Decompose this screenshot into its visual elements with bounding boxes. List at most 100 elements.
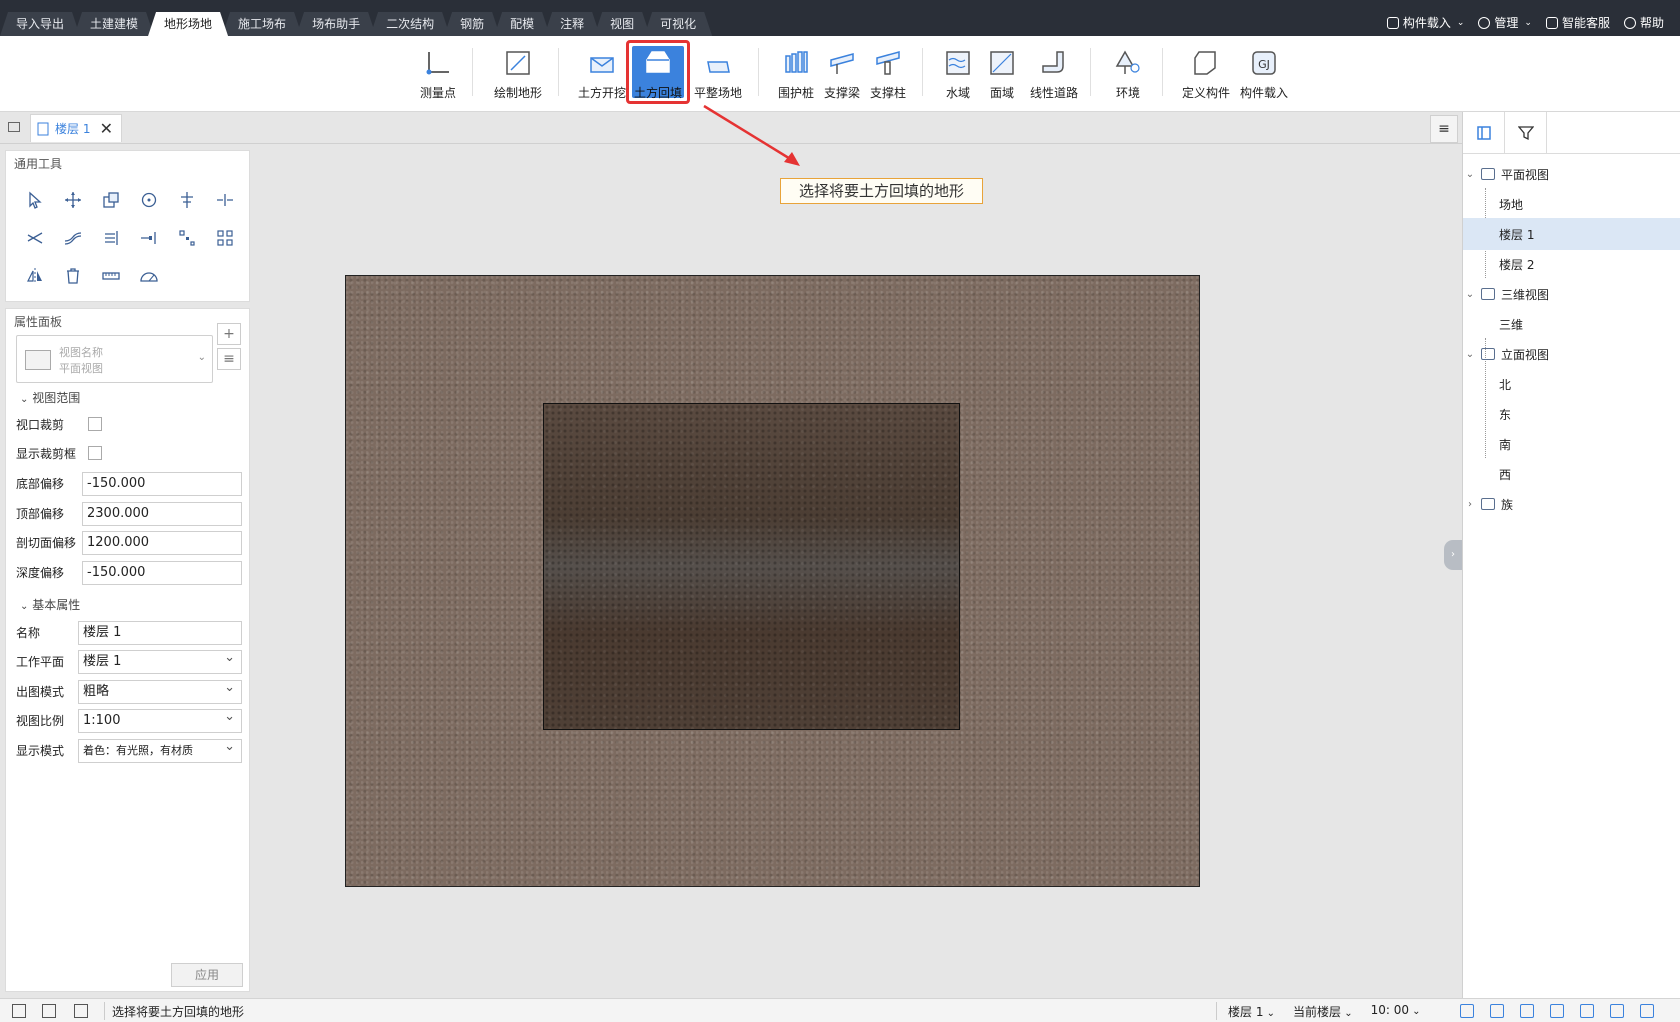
help-button[interactable]: 帮助 bbox=[1623, 14, 1664, 31]
delete-tool[interactable] bbox=[54, 257, 92, 295]
tree-south[interactable]: 南 bbox=[1463, 428, 1680, 460]
tab-filter[interactable] bbox=[1505, 112, 1547, 154]
depth-offset-input[interactable]: -150.000 bbox=[82, 561, 242, 585]
tree-floor-1[interactable]: 楼层 1 bbox=[1463, 218, 1680, 250]
linear-road-button[interactable]: 线性道路 bbox=[1024, 48, 1084, 104]
surface-area-button[interactable]: 面域 bbox=[982, 48, 1022, 104]
select-tool[interactable] bbox=[16, 181, 54, 219]
tab-6[interactable]: 钢筋 bbox=[444, 12, 500, 36]
array-tool[interactable] bbox=[168, 219, 206, 257]
current-floor-dropdown[interactable]: 当前楼层 bbox=[1293, 1003, 1353, 1020]
viewport-crop-checkbox[interactable] bbox=[88, 417, 102, 431]
shadow-icon[interactable] bbox=[1490, 1004, 1504, 1018]
tab-3[interactable]: 施工场布 bbox=[222, 12, 302, 36]
sun-icon[interactable] bbox=[1460, 1004, 1474, 1018]
offset-tool[interactable] bbox=[54, 219, 92, 257]
trash-icon bbox=[67, 268, 79, 284]
tree-elevations[interactable]: ⌄ 立面视图 bbox=[1463, 338, 1680, 370]
tab-9[interactable]: 视图 bbox=[594, 12, 650, 36]
break-tool[interactable] bbox=[130, 219, 168, 257]
support-column-button[interactable]: 支撑柱 bbox=[866, 48, 910, 104]
zoom-icon[interactable] bbox=[1610, 1004, 1624, 1018]
tree-site[interactable]: 场地 bbox=[1463, 188, 1680, 220]
apply-button[interactable]: 应用 bbox=[171, 963, 243, 987]
display-mode-select[interactable]: 着色：有光照，有材质 bbox=[78, 736, 242, 763]
tab-2[interactable]: 地形场地 bbox=[148, 12, 228, 36]
render-icon[interactable] bbox=[1550, 1004, 1564, 1018]
water-area-button[interactable]: 水域 bbox=[938, 48, 978, 104]
select-mode-icon[interactable] bbox=[12, 1004, 26, 1018]
output-mode-select[interactable]: 粗略 bbox=[78, 677, 242, 704]
tree-3d[interactable]: 三维 bbox=[1463, 308, 1680, 340]
tab-browser[interactable] bbox=[1463, 112, 1505, 154]
retaining-pile-button[interactable]: 围护桩 bbox=[774, 48, 818, 104]
copy-tool[interactable] bbox=[92, 181, 130, 219]
excavate-button[interactable]: 土方开挖 bbox=[576, 48, 628, 104]
tab-1[interactable]: 土建建模 bbox=[74, 12, 154, 36]
tab-7[interactable]: 配模 bbox=[494, 12, 550, 36]
section-box-icon[interactable] bbox=[1580, 1004, 1594, 1018]
show-crop-box-checkbox[interactable] bbox=[88, 446, 102, 460]
backfill-button[interactable]: 土方回填 bbox=[632, 48, 684, 104]
view-type-selector[interactable]: 视图名称 平面视图 ⌄ bbox=[16, 335, 213, 383]
group-tool[interactable] bbox=[206, 219, 244, 257]
tab-0[interactable]: 导入导出 bbox=[0, 12, 80, 36]
hamburger-menu-button[interactable]: ≡ bbox=[1430, 115, 1458, 143]
manage-menu[interactable]: 管理 ⌄ bbox=[1478, 14, 1532, 31]
cube-icon[interactable] bbox=[1640, 1004, 1654, 1018]
align-tool[interactable] bbox=[168, 181, 206, 219]
document-icon bbox=[37, 122, 49, 135]
bottom-offset-input[interactable]: -150.000 bbox=[82, 472, 242, 496]
define-component-button[interactable]: 定义构件 bbox=[1178, 48, 1234, 104]
cursor-icon bbox=[29, 191, 42, 209]
tree-west[interactable]: 西 bbox=[1463, 458, 1680, 490]
tab-10[interactable]: 可视化 bbox=[644, 12, 712, 36]
environment-button[interactable]: 环境 bbox=[1108, 48, 1148, 104]
draw-terrain-button[interactable]: 绘制地形 bbox=[490, 48, 546, 104]
tree-3d-views[interactable]: ⌄ 三维视图 bbox=[1463, 278, 1680, 310]
name-input[interactable]: 楼层 1 bbox=[78, 621, 242, 645]
layout-icon[interactable] bbox=[74, 1004, 88, 1018]
tab-8[interactable]: 注释 bbox=[544, 12, 600, 36]
trim-tool[interactable] bbox=[16, 219, 54, 257]
split-tool[interactable] bbox=[206, 181, 244, 219]
move-tool[interactable] bbox=[54, 181, 92, 219]
level-site-button[interactable]: 平整场地 bbox=[690, 48, 746, 104]
support-button[interactable]: 智能客服 bbox=[1545, 14, 1610, 31]
grid-icon[interactable] bbox=[42, 1004, 56, 1018]
tree-plan-views[interactable]: ⌄ 平面视图 bbox=[1463, 158, 1680, 190]
load-component-button[interactable]: GJ 构件载入 bbox=[1236, 48, 1292, 104]
backfill-terrain-region[interactable] bbox=[543, 403, 960, 730]
component-load-menu[interactable]: 构件载入 ⌄ bbox=[1386, 14, 1464, 31]
time-dropdown[interactable]: 10: 00 bbox=[1371, 1003, 1421, 1020]
tab-floor-1[interactable]: 楼层 1 ✕ bbox=[30, 114, 122, 142]
tree-floor-2[interactable]: 楼层 2 bbox=[1463, 248, 1680, 280]
extend-tool[interactable] bbox=[92, 219, 130, 257]
measure-tool[interactable] bbox=[92, 257, 130, 295]
list-icon[interactable]: ≡ bbox=[217, 348, 241, 370]
panel-toggle-icon[interactable] bbox=[8, 122, 20, 132]
section-basic-properties[interactable]: ⌄ 基本属性 bbox=[20, 596, 80, 613]
collapse-panel-handle[interactable]: › bbox=[1444, 540, 1462, 570]
section-view-range[interactable]: ⌄ 视图范围 bbox=[20, 389, 80, 406]
rotate-tool[interactable] bbox=[130, 181, 168, 219]
floor-dropdown[interactable]: 楼层 1 bbox=[1228, 1003, 1275, 1020]
chevron-down-icon: ⌄ bbox=[20, 601, 29, 612]
view-name-value: 平面视图 bbox=[59, 362, 103, 375]
angle-tool[interactable] bbox=[130, 257, 168, 295]
workplane-select[interactable]: 楼层 1 bbox=[78, 647, 242, 674]
view-scale-select[interactable]: 1:100 bbox=[78, 706, 242, 733]
close-icon[interactable]: ✕ bbox=[100, 119, 113, 138]
support-beam-button[interactable]: 支撑梁 bbox=[820, 48, 864, 104]
mirror-tool[interactable] bbox=[16, 257, 54, 295]
light-icon[interactable] bbox=[1520, 1004, 1534, 1018]
tree-east[interactable]: 东 bbox=[1463, 398, 1680, 430]
tab-4[interactable]: 场布助手 bbox=[296, 12, 376, 36]
measure-point-button[interactable]: 测量点 bbox=[418, 48, 458, 104]
add-icon[interactable]: + bbox=[217, 323, 241, 345]
tree-families[interactable]: › 族 bbox=[1463, 488, 1680, 520]
tab-5[interactable]: 二次结构 bbox=[370, 12, 450, 36]
section-offset-input[interactable]: 1200.000 bbox=[82, 531, 242, 555]
top-offset-input[interactable]: 2300.000 bbox=[82, 502, 242, 526]
tree-north[interactable]: 北 bbox=[1463, 368, 1680, 400]
